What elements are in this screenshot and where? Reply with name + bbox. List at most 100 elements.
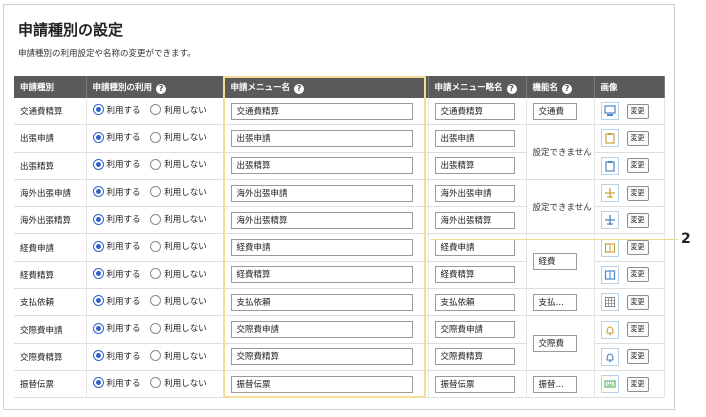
short-name-field[interactable]: 交際費申請: [434, 321, 515, 339]
change-image-button[interactable]: 変更: [626, 322, 649, 338]
menu-name-field[interactable]: 出張精算: [230, 157, 413, 175]
radio-use[interactable]: 利用する: [92, 213, 141, 225]
radio-no-use[interactable]: 利用しない: [150, 322, 207, 334]
radio-no-use[interactable]: 利用しない: [150, 104, 207, 116]
radio-no-use[interactable]: 利用しない: [150, 131, 207, 143]
usage-radio-cell: 利用する 利用しない: [86, 343, 225, 371]
menu-name-field[interactable]: 海外出張精算: [230, 211, 413, 229]
radio-use[interactable]: 利用する: [92, 131, 141, 143]
radio-use[interactable]: 利用する: [92, 322, 141, 334]
radio-unselected-icon[interactable]: [150, 240, 162, 252]
radio-no-use[interactable]: 利用しない: [150, 213, 207, 225]
radio-unselected-icon[interactable]: [150, 295, 162, 307]
radio-selected-icon[interactable]: [92, 268, 104, 280]
menu-name-field[interactable]: 交通費精算: [230, 102, 413, 120]
function-name-cell: 振替…: [526, 370, 595, 399]
request-type-cell: 支払依頼: [14, 288, 87, 317]
short-name-field[interactable]: 交通費精算: [434, 102, 515, 120]
function-name-field[interactable]: 振替…: [532, 375, 577, 393]
menu-name-field[interactable]: 交際費精算: [230, 348, 413, 366]
function-name-field[interactable]: 交際費: [532, 334, 577, 352]
radio-no-use[interactable]: 利用しない: [150, 295, 207, 307]
radio-no-use[interactable]: 利用しない: [150, 377, 207, 389]
radio-no-use[interactable]: 利用しない: [150, 158, 207, 170]
menu-name-field[interactable]: 経費精算: [230, 266, 413, 284]
short-name-field[interactable]: 経費申請: [434, 239, 515, 257]
radio-use[interactable]: 利用する: [92, 104, 141, 116]
function-name-field[interactable]: 支払…: [532, 293, 577, 311]
short-name-field[interactable]: 振替伝票: [434, 375, 515, 393]
short-name-field[interactable]: 海外出張精算: [434, 211, 515, 229]
help-icon[interactable]: ?: [294, 83, 305, 94]
radio-selected-icon[interactable]: [92, 158, 104, 170]
function-unavailable-text: 設定できません: [532, 148, 592, 159]
change-image-button[interactable]: 変更: [626, 185, 649, 201]
radio-selected-icon[interactable]: [92, 377, 104, 389]
menu-name-field[interactable]: 出張申請: [230, 129, 413, 147]
callout-line: [430, 239, 678, 240]
function-name-cell: 支払…: [526, 288, 595, 317]
change-image-button[interactable]: 変更: [626, 212, 649, 228]
radio-no-use[interactable]: 利用しない: [150, 350, 207, 362]
help-icon[interactable]: ?: [156, 83, 167, 94]
radio-selected-icon[interactable]: [92, 295, 104, 307]
radio-no-use[interactable]: 利用しない: [150, 240, 207, 252]
radio-selected-icon[interactable]: [92, 186, 104, 198]
menu-name-field[interactable]: 振替伝票: [230, 375, 413, 393]
help-icon[interactable]: ?: [562, 83, 573, 94]
radio-unselected-icon[interactable]: [150, 350, 162, 362]
short-name-field[interactable]: 出張精算: [434, 157, 515, 175]
radio-unselected-icon[interactable]: [150, 377, 162, 389]
change-image-button[interactable]: 変更: [626, 349, 649, 365]
radio-unselected-icon[interactable]: [150, 322, 162, 334]
menu-name-field[interactable]: 交際費申請: [230, 321, 413, 339]
keyboard-icon: [600, 375, 619, 394]
radio-unselected-icon[interactable]: [150, 186, 162, 198]
radio-use[interactable]: 利用する: [92, 186, 141, 198]
function-name-cell: 交際費: [526, 315, 595, 371]
radio-no-use[interactable]: 利用しない: [150, 268, 207, 280]
radio-selected-icon[interactable]: [92, 350, 104, 362]
radio-use[interactable]: 利用する: [92, 350, 141, 362]
page-title: 申請種別の設定: [18, 21, 124, 39]
menu-name-field[interactable]: 支払依頼: [230, 293, 413, 311]
bell-icon: [600, 347, 619, 366]
radio-unselected-icon[interactable]: [150, 131, 162, 143]
radio-selected-icon[interactable]: [92, 213, 104, 225]
change-image-button[interactable]: 変更: [626, 130, 649, 146]
image-cell: 変更: [594, 98, 665, 126]
short-name-field[interactable]: 交際費精算: [434, 348, 515, 366]
short-name-field[interactable]: 経費精算: [434, 266, 515, 284]
short-name-field[interactable]: 出張申請: [434, 129, 515, 147]
function-name-field[interactable]: 経費: [532, 252, 577, 270]
radio-unselected-icon[interactable]: [150, 158, 162, 170]
radio-selected-icon[interactable]: [92, 322, 104, 334]
short-name-cell: 出張申請: [428, 124, 527, 153]
radio-unselected-icon[interactable]: [150, 213, 162, 225]
book-icon: [600, 238, 619, 257]
radio-selected-icon[interactable]: [92, 131, 104, 143]
change-image-button[interactable]: 変更: [626, 376, 649, 392]
radio-use[interactable]: 利用する: [92, 295, 141, 307]
change-image-button[interactable]: 変更: [626, 267, 649, 283]
change-image-button[interactable]: 変更: [626, 240, 649, 256]
radio-unselected-icon[interactable]: [150, 104, 162, 116]
radio-no-use[interactable]: 利用しない: [150, 186, 207, 198]
change-image-button[interactable]: 変更: [626, 158, 649, 174]
short-name-field[interactable]: 海外出張申請: [434, 184, 515, 202]
help-icon[interactable]: ?: [506, 83, 517, 94]
radio-unselected-icon[interactable]: [150, 268, 162, 280]
radio-selected-icon[interactable]: [92, 240, 104, 252]
radio-use[interactable]: 利用する: [92, 158, 141, 170]
short-name-field[interactable]: 支払依頼: [434, 293, 515, 311]
menu-name-field[interactable]: 経費申請: [230, 239, 413, 257]
radio-use[interactable]: 利用する: [92, 377, 141, 389]
menu-name-field[interactable]: 海外出張申請: [230, 184, 413, 202]
change-image-button[interactable]: 変更: [626, 294, 649, 310]
radio-use[interactable]: 利用する: [92, 240, 141, 252]
function-name-field[interactable]: 交通費: [532, 102, 577, 120]
radio-use[interactable]: 利用する: [92, 268, 141, 280]
change-image-button[interactable]: 変更: [626, 103, 649, 119]
radio-selected-icon[interactable]: [92, 104, 104, 116]
request-type-cell: 交際費申請: [14, 315, 87, 344]
